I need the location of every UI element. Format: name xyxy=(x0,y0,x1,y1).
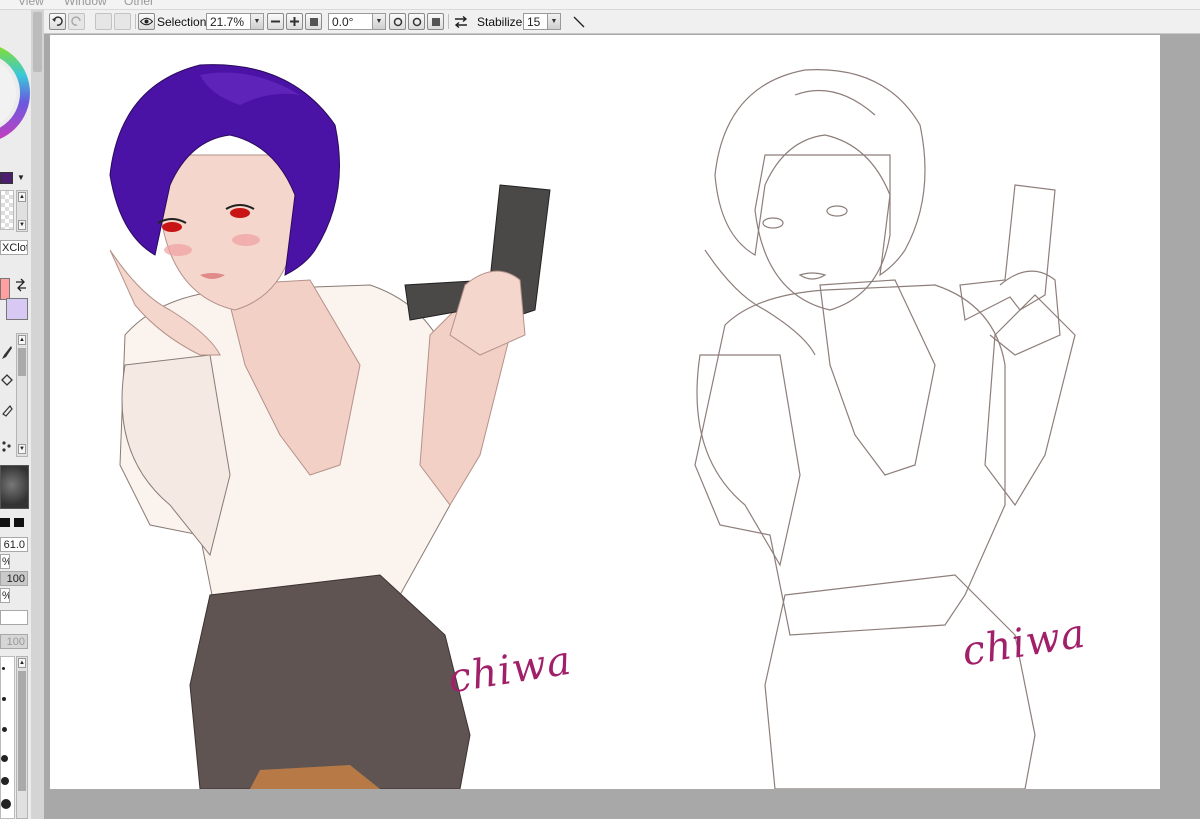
menu-other[interactable]: Other xyxy=(124,0,154,8)
menu-bar: View Window Other xyxy=(0,0,1200,10)
brush-name-field[interactable]: XClot... xyxy=(0,240,28,255)
brush-tool-icon[interactable] xyxy=(0,345,13,361)
blending-field[interactable] xyxy=(0,610,28,625)
rotate-right-button[interactable] xyxy=(408,13,425,30)
brush-size-dot[interactable] xyxy=(2,667,5,670)
rotation-value: 0.0° xyxy=(332,14,354,29)
rotation-dropdown[interactable]: 0.0° ▼ xyxy=(328,13,386,30)
brush-size-list[interactable] xyxy=(0,656,15,819)
canvas-area[interactable]: chiwa chiwa xyxy=(44,35,1200,819)
current-color-swatch[interactable] xyxy=(0,172,13,184)
scroll-thumb[interactable] xyxy=(18,348,26,376)
brush-size-scrollbar[interactable]: ▲ xyxy=(16,656,28,819)
flip-arrows-icon xyxy=(454,15,467,28)
color-wheel[interactable] xyxy=(0,38,31,148)
brush-size-dot[interactable] xyxy=(1,799,11,809)
chevron-up-icon[interactable]: ▲ xyxy=(18,192,26,202)
deselect-button[interactable] xyxy=(95,13,112,30)
brush-preview xyxy=(0,465,29,509)
swatch-scrollbar[interactable]: ▲ ▼ xyxy=(16,190,28,232)
panel-scrollbar[interactable] xyxy=(31,10,44,819)
opacity-field[interactable]: 100 xyxy=(0,571,28,586)
size-percent-field[interactable]: % xyxy=(0,554,10,569)
zoom-value: 21.7% xyxy=(210,14,245,29)
chevron-down-icon: ▼ xyxy=(250,14,263,29)
chevron-up-icon[interactable]: ▲ xyxy=(18,335,26,345)
density-field[interactable]: 100 xyxy=(0,634,28,649)
brush-size-field[interactable]: 61.0 xyxy=(0,537,28,552)
square-icon xyxy=(431,17,440,26)
chevron-down-icon[interactable]: ▼ xyxy=(18,444,26,454)
brush-shape-square[interactable] xyxy=(0,518,10,527)
menu-window[interactable]: Window xyxy=(64,0,107,8)
undo-icon xyxy=(52,16,63,26)
plus-icon xyxy=(290,17,299,26)
drawing-canvas[interactable]: chiwa chiwa xyxy=(50,35,1160,789)
chevron-up-icon[interactable]: ▲ xyxy=(18,658,26,668)
tool-list-scrollbar[interactable]: ▲ ▼ xyxy=(16,333,28,457)
select-all-button[interactable] xyxy=(114,13,131,30)
zoom-in-button[interactable] xyxy=(286,13,303,30)
opacity-percent-field[interactable]: % xyxy=(0,588,10,603)
brush-size-dot[interactable] xyxy=(2,697,6,701)
chevron-down-icon: ▼ xyxy=(372,14,385,29)
rotate-left-icon xyxy=(393,17,402,26)
selection-label: Selection xyxy=(157,14,207,29)
brush-size-dot[interactable] xyxy=(1,777,9,785)
brush-shape-square-large[interactable] xyxy=(14,518,24,527)
transparent-swatch[interactable] xyxy=(0,190,14,230)
zoom-out-button[interactable] xyxy=(267,13,284,30)
menu-view[interactable]: View xyxy=(18,0,44,8)
stabilizer-dropdown[interactable]: 15 ▼ xyxy=(523,13,561,30)
rotate-left-button[interactable] xyxy=(389,13,406,30)
redo-button[interactable] xyxy=(68,13,85,30)
chevron-down-icon[interactable]: ▼ xyxy=(18,220,26,230)
rotation-reset-button[interactable] xyxy=(427,13,444,30)
rotate-right-icon xyxy=(412,17,421,26)
primary-color-swatch[interactable] xyxy=(0,278,10,300)
tool-panel: ▼ ▲ ▼ XClot... ▲ ▼ 61.0 % xyxy=(0,10,44,819)
brush-size-dot[interactable] xyxy=(2,727,7,732)
zoom-reset-button[interactable] xyxy=(305,13,322,30)
redo-icon xyxy=(71,16,81,26)
bucket-tool-icon[interactable] xyxy=(0,372,13,388)
secondary-color-swatch[interactable] xyxy=(6,298,28,320)
eye-icon xyxy=(140,17,153,26)
flip-horizontal-button[interactable] xyxy=(452,13,469,30)
toolbar: Selection 21.7% ▼ 0.0° ▼ Stabilizer 15 ▼ xyxy=(44,10,1200,34)
swap-colors-icon[interactable] xyxy=(14,278,28,292)
paint-tool-sai-window: View Window Other Selection 21.7% ▼ 0.0°… xyxy=(0,0,1200,819)
chevron-down-icon: ▼ xyxy=(547,14,560,29)
minus-icon xyxy=(271,20,280,23)
sparkle-tool-icon[interactable] xyxy=(0,438,13,454)
straight-line-toggle[interactable] xyxy=(570,13,587,30)
scroll-thumb[interactable] xyxy=(18,671,26,791)
toolbar-separator xyxy=(448,14,449,29)
brush-size-dot[interactable] xyxy=(1,755,8,762)
diagonal-line-icon xyxy=(573,16,584,27)
stabilizer-label: Stabilizer xyxy=(477,14,527,29)
stabilizer-value: 15 xyxy=(527,14,541,29)
undo-button[interactable] xyxy=(49,13,66,30)
eraser-tool-icon[interactable] xyxy=(0,402,13,418)
selection-visibility-toggle[interactable] xyxy=(138,13,155,30)
lineart-illustration xyxy=(694,69,1076,789)
zoom-dropdown[interactable]: 21.7% ▼ xyxy=(206,13,264,30)
square-icon xyxy=(309,17,318,26)
chevron-down-icon[interactable]: ▼ xyxy=(17,173,25,182)
scroll-thumb[interactable] xyxy=(33,12,42,72)
toolbar-separator xyxy=(135,14,136,29)
